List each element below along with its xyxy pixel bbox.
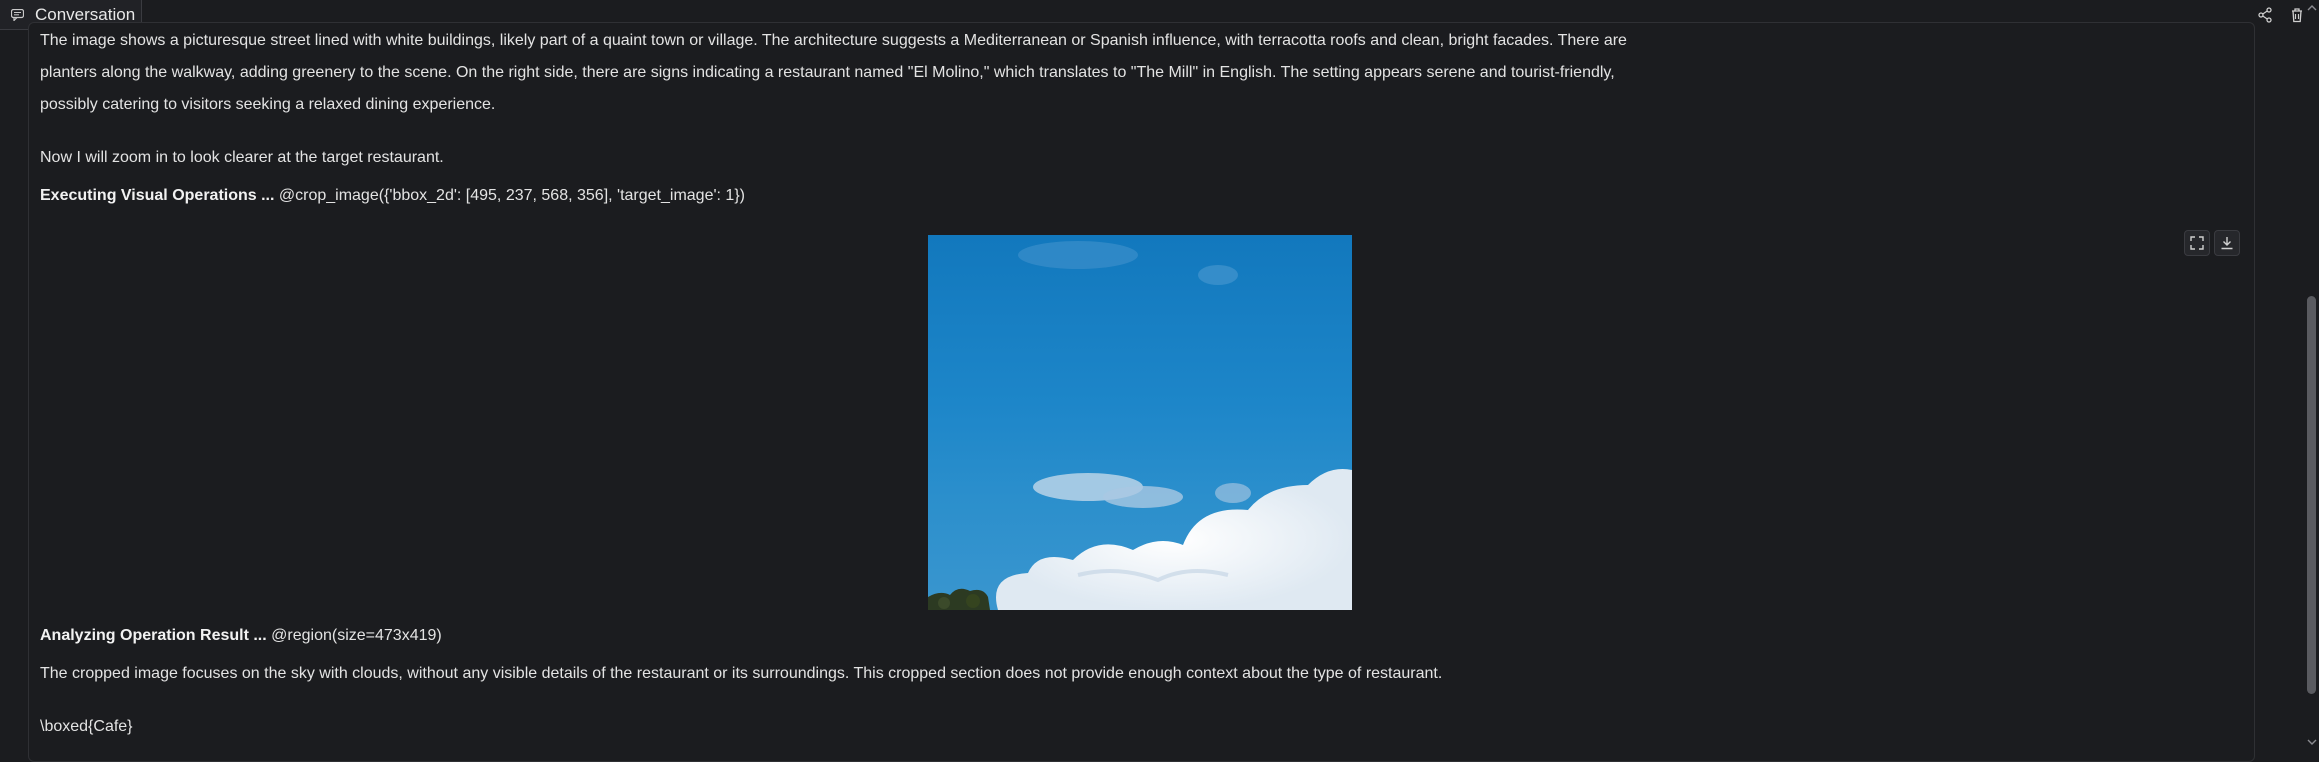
scrollbar[interactable] <box>2305 0 2319 750</box>
scroll-up-icon[interactable] <box>2307 3 2317 13</box>
zoom-text: Now I will zoom in to look clearer at th… <box>40 149 444 166</box>
description-line-1: The image shows a picturesque street lin… <box>40 32 1627 49</box>
analyze-operation-line: Analyzing Operation Result ... @region(s… <box>40 627 442 645</box>
scroll-thumb[interactable] <box>2307 296 2316 694</box>
cropped-sky-image <box>928 235 1352 610</box>
description-line-2: planters along the walkway, adding green… <box>40 64 1615 81</box>
exec-operation-line: Executing Visual Operations ... @crop_im… <box>40 187 745 205</box>
top-actions <box>2253 4 2309 26</box>
fullscreen-icon[interactable] <box>2184 230 2210 256</box>
exec-call: @crop_image({'bbox_2d': [495, 237, 568, … <box>274 187 745 204</box>
scroll-down-icon[interactable] <box>2307 737 2317 747</box>
analysis-text: The cropped image focuses on the sky wit… <box>40 665 1443 682</box>
chat-icon <box>10 7 25 22</box>
exec-label: Executing Visual Operations ... <box>40 187 275 204</box>
final-answer: \boxed{Cafe} <box>40 718 133 735</box>
image-actions <box>2184 230 2240 256</box>
share-icon[interactable] <box>2253 4 2277 26</box>
analyze-call: @region(size=473x419) <box>266 627 442 644</box>
analyze-label: Analyzing Operation Result ... <box>40 627 267 644</box>
download-icon[interactable] <box>2214 230 2240 256</box>
description-line-3: possibly catering to visitors seeking a … <box>40 96 496 113</box>
